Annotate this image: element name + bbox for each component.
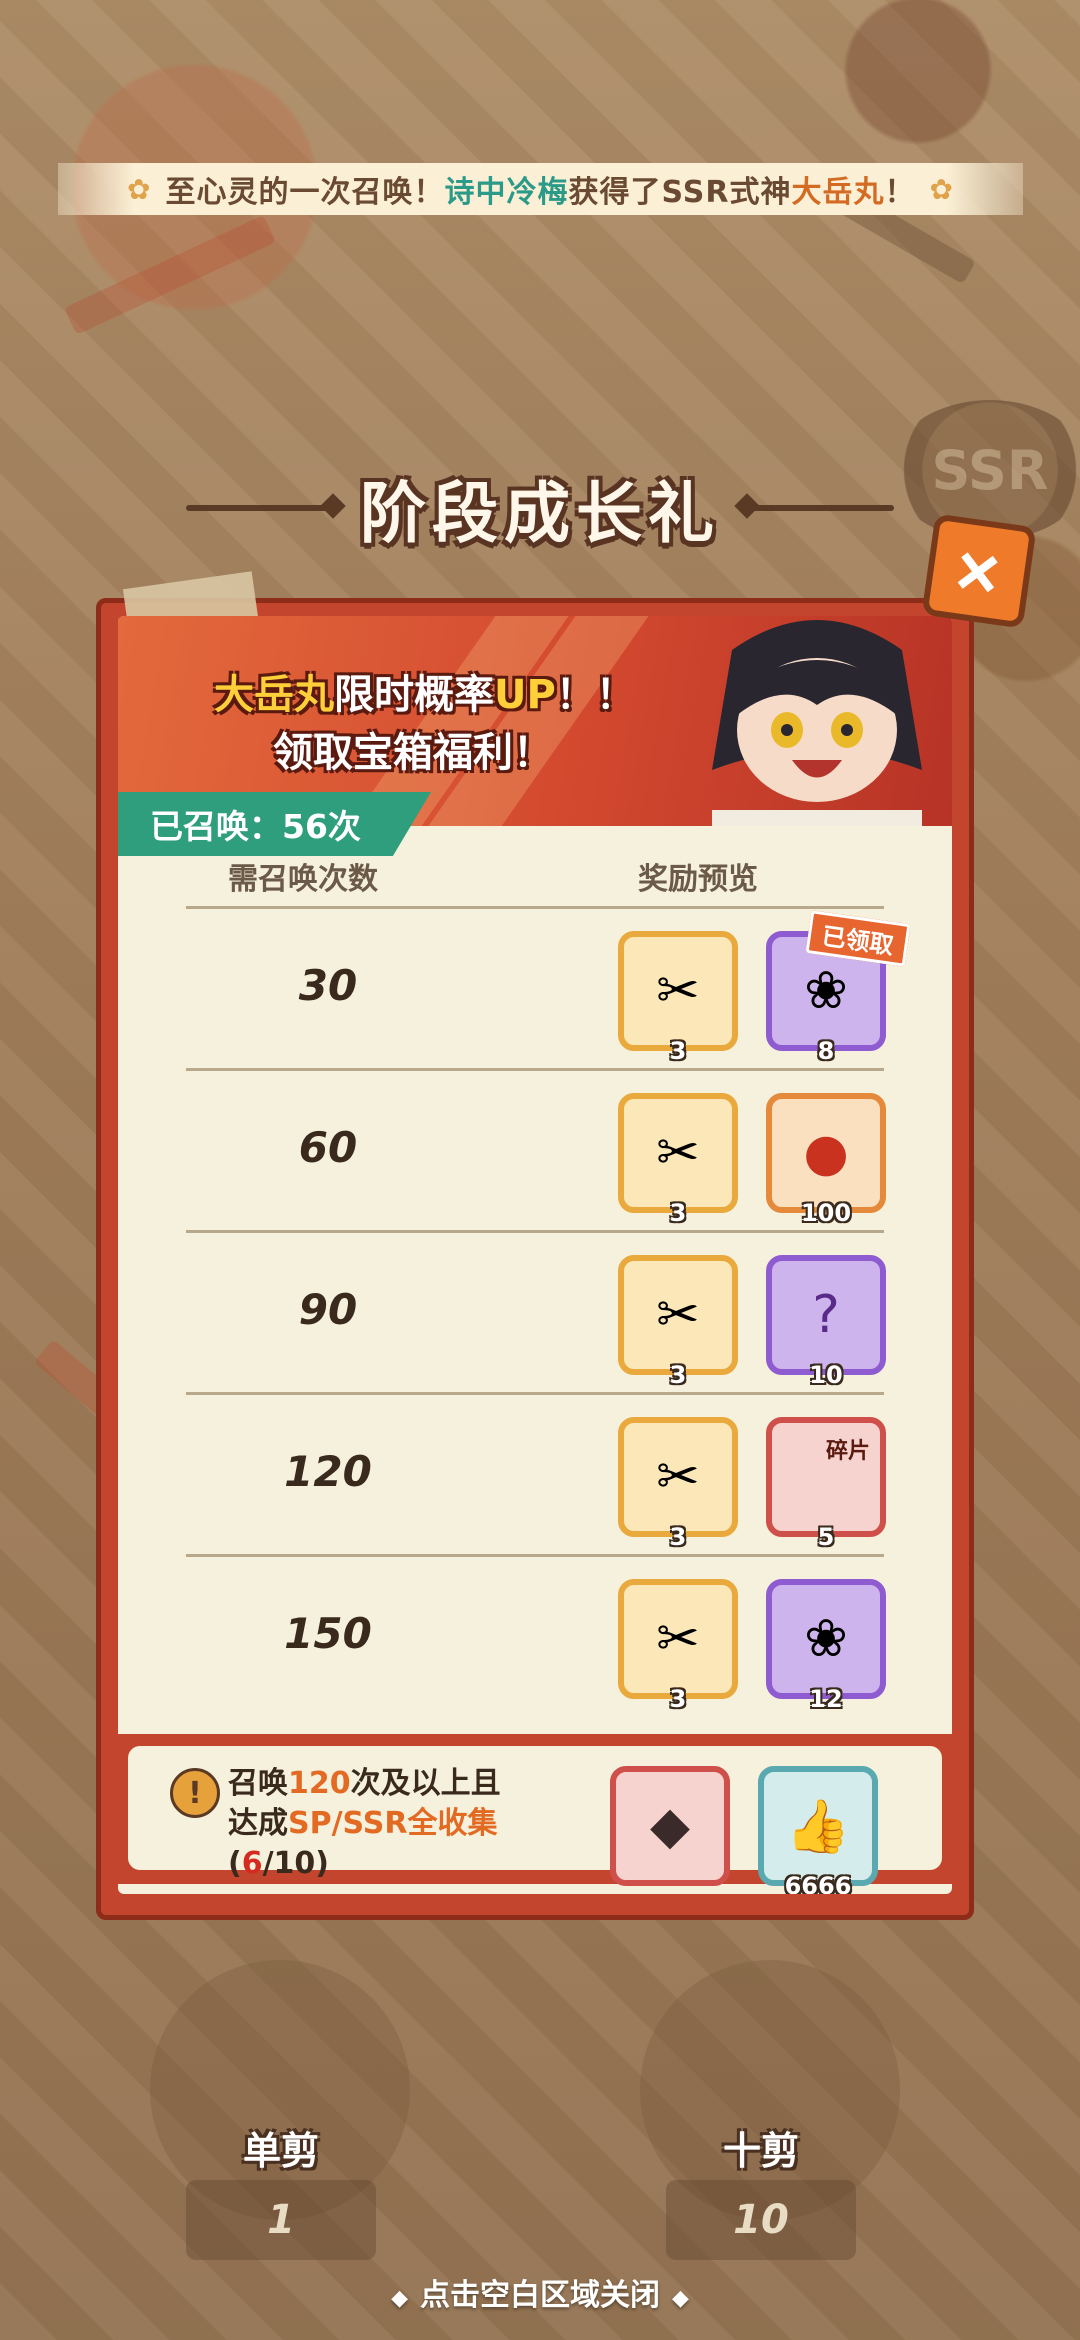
diamond-icon: ◆	[672, 2286, 689, 2311]
reward-item[interactable]: 碎片 5	[766, 1417, 886, 1551]
cond-text-part: 达成	[228, 1806, 288, 1841]
scissors-icon: ✂	[656, 961, 700, 1021]
reward-item[interactable]: ◆	[610, 1766, 730, 1886]
single-summon-count: 1	[267, 2197, 295, 2243]
required-summons: 150	[284, 1609, 372, 1658]
promo-text-end: ！！	[555, 672, 636, 718]
reward-row: 60 ✂ 3 ● 100	[118, 1071, 952, 1233]
promo-subline: 领取宝箱福利！	[273, 730, 553, 776]
cond-count: 120	[288, 1766, 351, 1801]
required-summons: 30	[298, 961, 358, 1010]
promo-text: 限时概率	[334, 672, 494, 718]
reward-quantity: 3	[669, 1199, 687, 1227]
ten-summon-count: 10	[733, 2197, 789, 2243]
full-collection-condition: ! 召唤120次及以上且 达成SP/SSR全收集 (6/10) ◆ 👍 6666	[118, 1734, 952, 1894]
announce-suffix: ！	[884, 175, 916, 210]
popup-title-bar: 阶段成长礼	[0, 460, 1080, 556]
reward-quantity: 10	[809, 1361, 843, 1389]
condition-text: 召唤120次及以上且 达成SP/SSR全收集 (6/10)	[228, 1764, 501, 1884]
reward-row: 30 ✂ 3 ❀ 8 已领取	[118, 909, 952, 1071]
reward-item[interactable]: ? 10	[766, 1255, 886, 1389]
reward-row: 150 ✂ 3 ❀ 12	[118, 1557, 952, 1719]
required-summons: 120	[284, 1447, 372, 1496]
skin-avatar-icon: ◆	[650, 1796, 690, 1856]
reward-item[interactable]: ✂ 3	[618, 1579, 738, 1713]
reward-item[interactable]: ✂ 3	[618, 1093, 738, 1227]
title-ornament-right	[744, 505, 894, 511]
flower-icon: ✿	[127, 172, 152, 206]
close-icon: +	[928, 522, 1030, 620]
flower-bundle-icon: ❀	[804, 1609, 848, 1669]
alert-icon: !	[170, 1768, 220, 1818]
reward-quantity: 3	[669, 1037, 687, 1065]
panel-content: 大岳丸限时概率UP！！ 领取宝箱福利！ 已召唤：56次 需召唤次数 奖励预览 3…	[118, 616, 952, 1894]
mystery-card-icon: ?	[812, 1285, 840, 1345]
ten-summon-label: 十剪	[722, 2129, 799, 2173]
announce-middle: 获得了SSR式神	[568, 175, 792, 210]
reward-item[interactable]: ✂ 3	[618, 931, 738, 1065]
reward-quantity: 3	[669, 1361, 687, 1389]
required-summons: 60	[298, 1123, 358, 1172]
announce-player-name: 诗中冷梅	[444, 175, 569, 210]
reward-quantity: 6666	[784, 1872, 852, 1894]
scissors-icon: ✂	[656, 1285, 700, 1345]
shikigami-portrait	[712, 620, 922, 826]
reward-quantity: 5	[817, 1523, 835, 1551]
close-button[interactable]: +	[921, 513, 1037, 629]
fragment-tag: 碎片	[825, 1439, 870, 1464]
ten-summon-button[interactable]: 十剪 10	[666, 2129, 856, 2260]
flower-bundle-icon: ❀	[804, 961, 848, 1021]
collection-progress-current: 6	[241, 1846, 263, 1881]
summoned-count-tag: 已召唤：56次	[118, 792, 431, 856]
scissors-icon: ✂	[656, 1447, 700, 1507]
like-card-icon: 👍	[785, 1796, 851, 1857]
reward-item[interactable]: ● 100	[766, 1093, 886, 1227]
cond-text-part: (	[228, 1846, 242, 1881]
reward-quantity: 3	[669, 1685, 687, 1713]
collection-progress-total: /10)	[262, 1846, 330, 1881]
announce-shikigami-name: 大岳丸	[791, 175, 885, 210]
cond-text-part: 次及以上且	[350, 1766, 501, 1801]
reward-item[interactable]: ✂ 3	[618, 1255, 738, 1389]
title-ornament-left	[186, 505, 336, 511]
reward-quantity: 3	[669, 1523, 687, 1551]
summon-announcement-banner: ✿ 至心灵的一次召唤！ 诗中冷梅 获得了SSR式神 大岳丸 ！ ✿	[58, 163, 1023, 215]
reward-item[interactable]: 👍 6666	[758, 1766, 878, 1894]
reward-quantity: 12	[809, 1685, 843, 1713]
condition-card: ! 召唤120次及以上且 达成SP/SSR全收集 (6/10) ◆ 👍 6666	[128, 1746, 942, 1894]
cond-collection-goal: SP/SSR全收集	[288, 1806, 498, 1841]
promo-up-text: UP	[494, 672, 556, 718]
single-summon-label: 单剪	[242, 2129, 319, 2173]
diamond-icon: ◆	[391, 2286, 408, 2311]
reward-item[interactable]: ✂ 3	[618, 1417, 738, 1551]
column-header-count: 需召唤次数	[228, 862, 378, 897]
required-summons: 90	[298, 1285, 358, 1334]
popup-title: 阶段成长礼	[360, 475, 720, 552]
reward-quantity: 8	[817, 1037, 835, 1065]
close-hint-text: 点击空白区域关闭	[420, 2278, 660, 2313]
column-header-rewards: 奖励预览	[638, 862, 758, 897]
reward-row: 90 ✂ 3 ? 10	[118, 1233, 952, 1395]
scissors-icon: ✂	[656, 1123, 700, 1183]
tap-to-close-hint: ◆ 点击空白区域关闭 ◆	[0, 2270, 1080, 2314]
magatama-icon: ●	[803, 1123, 849, 1183]
reward-quantity: 100	[800, 1199, 852, 1227]
stage-reward-panel: 大岳丸限时概率UP！！ 领取宝箱福利！ 已召唤：56次 需召唤次数 奖励预览 3…	[96, 571, 974, 1920]
reward-item[interactable]: ❀ 12	[766, 1579, 886, 1713]
scissors-icon: ✂	[656, 1609, 700, 1669]
promo-shikigami-name: 大岳丸	[214, 672, 334, 718]
promo-headline: 大岳丸限时概率UP！！	[214, 662, 636, 720]
single-summon-button[interactable]: 单剪 1	[186, 2129, 376, 2260]
reward-row: 120 ✂ 3 碎片 5	[118, 1395, 952, 1557]
cond-text-part: 召唤	[228, 1766, 288, 1801]
announce-prefix: 至心灵的一次召唤！	[165, 175, 445, 210]
flower-icon: ✿	[929, 172, 954, 206]
